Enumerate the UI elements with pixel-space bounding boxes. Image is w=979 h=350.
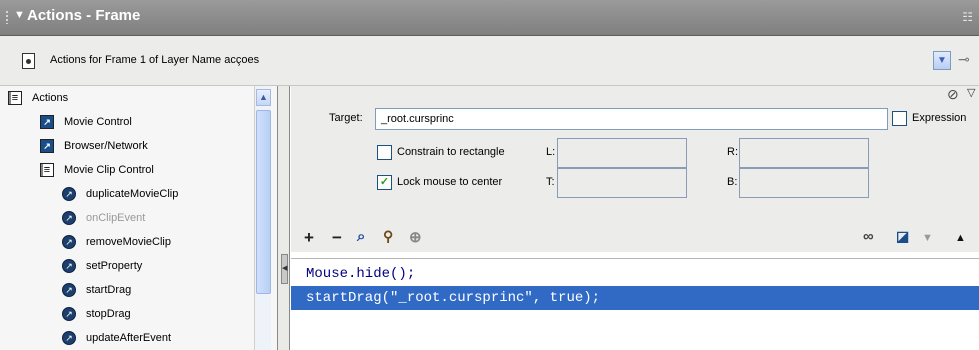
arrow-box-icon: ↗ <box>40 139 54 153</box>
actions-tree-scrollbar[interactable]: ▲ <box>254 86 271 350</box>
scroll-up-button[interactable]: ▲ <box>256 89 271 106</box>
view-options-icon[interactable]: ▽ <box>967 86 975 99</box>
tree-item[interactable]: ↗ onClipEvent <box>62 206 145 230</box>
action-circle-icon: ↗ <box>62 187 76 201</box>
arrow-box-icon: ↗ <box>40 115 54 129</box>
l-input[interactable] <box>557 138 687 168</box>
tree-item[interactable]: ↗ startDrag <box>62 278 131 302</box>
tree-item[interactable]: ↗ Movie Control <box>40 110 132 134</box>
drag-grip-icon[interactable] <box>5 10 9 24</box>
constrain-checkbox[interactable] <box>377 145 392 160</box>
reference-book-icon[interactable]: ⊘ <box>947 86 959 103</box>
actions-tree: Actions ↗ Movie Control ↗ Browser/Network Mov… <box>0 86 254 350</box>
target-input[interactable]: _root.cursprinc <box>375 108 888 130</box>
lock-mouse-checkbox[interactable]: ✓ <box>377 175 392 190</box>
t-input[interactable] <box>557 168 687 198</box>
book-icon <box>8 91 22 105</box>
script-editor[interactable]: Mouse.hide(); startDrag("_root.cursprinc"… <box>291 258 979 350</box>
tree-item-label: Movie Clip Control <box>64 164 154 176</box>
tree-item-label: Actions <box>32 92 69 104</box>
frame-dropdown-button[interactable]: ▼ <box>933 51 951 70</box>
target-label: Target: <box>329 112 363 124</box>
tree-item[interactable]: ↗ updateAfterEvent <box>62 326 171 350</box>
script-toolbar: + − ⌕ ⚲ ⊕ ∞ ◪ ▼ ▲ <box>291 222 979 252</box>
frame-selector-label[interactable]: Actions for Frame 1 of Layer Name acçoes <box>50 54 259 66</box>
tree-item[interactable]: Actions <box>8 86 68 110</box>
scroll-thumb[interactable] <box>256 110 271 294</box>
action-circle-icon: ↗ <box>62 307 76 321</box>
panel-title: Actions - Frame <box>27 7 141 24</box>
b-label: B: <box>727 176 738 188</box>
action-circle-icon: ↗ <box>62 211 76 225</box>
tree-item-label: Movie Control <box>64 116 132 128</box>
panel-options-menu-icon[interactable]: ☷ <box>962 10 973 24</box>
t-label: T: <box>546 176 555 188</box>
tree-item[interactable]: Movie Clip Control <box>40 158 154 182</box>
action-circle-icon: ↗ <box>62 331 76 345</box>
code-line[interactable]: startDrag("_root.cursprinc", true); <box>291 286 979 310</box>
debug-options-icon[interactable]: ∞ <box>863 228 874 245</box>
tree-item[interactable]: ↗ duplicateMovieClip <box>62 182 178 206</box>
tree-item-label: startDrag <box>86 284 132 296</box>
actions-toolbox: Actions ↗ Movie Control ↗ Browser/Network Mov… <box>0 86 278 350</box>
action-circle-icon: ↗ <box>62 283 76 297</box>
tree-item-label: onClipEvent <box>86 212 146 224</box>
find-icon[interactable]: ⌕ <box>357 228 365 245</box>
add-action-button[interactable]: + <box>304 228 314 248</box>
action-circle-icon: ↗ <box>62 259 76 273</box>
tree-item-label: setProperty <box>86 260 143 272</box>
panel-title-bar[interactable]: ▼ Actions - Frame ☷ <box>0 0 979 36</box>
move-down-icon[interactable]: ▼ <box>922 232 933 244</box>
frame-selector-bar: Actions for Frame 1 of Layer Name acçoes… <box>0 36 979 86</box>
r-label: R: <box>727 146 738 158</box>
r-input[interactable] <box>739 138 869 168</box>
tree-item-label: updateAfterEvent <box>86 332 172 344</box>
action-circle-icon: ↗ <box>62 235 76 249</box>
pin-script-icon[interactable]: ⊸ <box>958 51 970 68</box>
tree-item-label: duplicateMovieClip <box>86 188 179 200</box>
tree-item[interactable]: ↗ removeMovieClip <box>62 230 171 254</box>
code-line[interactable]: Mouse.hide(); <box>291 262 979 286</box>
b-input[interactable] <box>739 168 869 198</box>
l-label: L: <box>546 146 556 158</box>
collapse-arrow-icon[interactable]: ▼ <box>14 9 25 21</box>
tree-item[interactable]: ↗ stopDrag <box>62 302 131 326</box>
tree-item-label: stopDrag <box>86 308 131 320</box>
tree-item-label: removeMovieClip <box>86 236 171 248</box>
book-icon <box>40 163 54 177</box>
move-up-icon[interactable]: ▲ <box>955 232 966 244</box>
tree-item[interactable]: ↗ setProperty <box>62 254 142 278</box>
tree-item[interactable]: ↗ Browser/Network <box>40 134 148 158</box>
collapse-toolbox-button[interactable]: ◀ <box>281 254 288 284</box>
insert-target-path-icon[interactable]: ⊕ <box>409 228 422 246</box>
expression-checkbox[interactable] <box>892 111 907 126</box>
expression-label: Expression <box>912 112 967 124</box>
lock-mouse-label: Lock mouse to center <box>397 176 503 188</box>
remove-action-button[interactable]: − <box>332 228 342 248</box>
panel-splitter[interactable]: ◀ <box>278 86 290 350</box>
tree-item-label: Browser/Network <box>64 140 148 152</box>
replace-icon[interactable]: ⚲ <box>383 228 393 245</box>
constrain-label: Constrain to rectangle <box>397 146 505 158</box>
frame-document-icon <box>22 53 35 69</box>
view-options-icon[interactable]: ◪ <box>896 228 909 245</box>
